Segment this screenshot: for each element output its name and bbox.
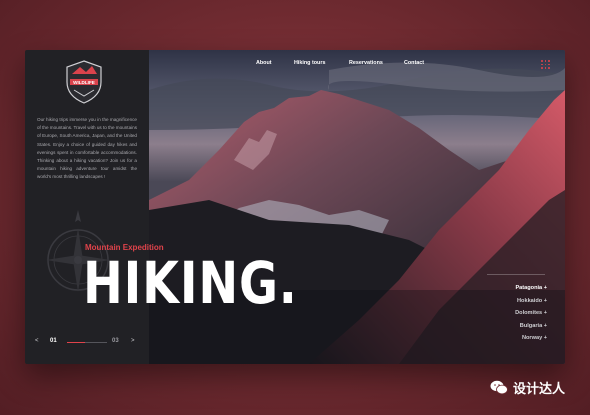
nav-about[interactable]: About <box>256 60 272 66</box>
hero-title: HIKING. <box>83 249 298 317</box>
wechat-icon <box>490 380 508 395</box>
next-slide-button[interactable]: > <box>131 338 135 344</box>
nav-hiking-tours[interactable]: Hiking tours <box>294 60 325 66</box>
destination-item-patagonia[interactable]: Patagonia + <box>465 282 547 295</box>
nav-contact[interactable]: Contact <box>404 60 424 66</box>
destinations-divider <box>487 274 545 275</box>
destination-item-norway[interactable]: Norway + <box>465 332 547 345</box>
logo-text: WILDLIFE <box>73 80 95 85</box>
top-nav: About Hiking tours Reservations Contact <box>25 60 565 72</box>
current-slide-number: 01 <box>50 338 57 344</box>
destination-item-dolomites[interactable]: Dolomites + <box>465 307 547 320</box>
watermark: 设计达人 <box>490 378 565 397</box>
intro-text: Our hiking trips immerse you in the magn… <box>37 117 137 180</box>
destination-list: Patagonia + Hokkaido + Dolomites + Bulga… <box>465 282 547 345</box>
destination-item-hokkaido[interactable]: Hokkaido + <box>465 295 547 308</box>
grid-menu-icon[interactable] <box>541 60 550 69</box>
watermark-text: 设计达人 <box>513 381 566 396</box>
slide-pager: < 01 03 > <box>35 338 139 348</box>
nav-reservations[interactable]: Reservations <box>349 60 383 66</box>
slide-progress-fill <box>67 342 85 343</box>
app-window: WILDLIFE Our hiking trips immerse you in… <box>25 50 565 364</box>
total-slide-number: 03 <box>112 338 119 344</box>
destination-item-bulgaria[interactable]: Bulgaria + <box>465 320 547 333</box>
prev-slide-button[interactable]: < <box>35 338 39 344</box>
